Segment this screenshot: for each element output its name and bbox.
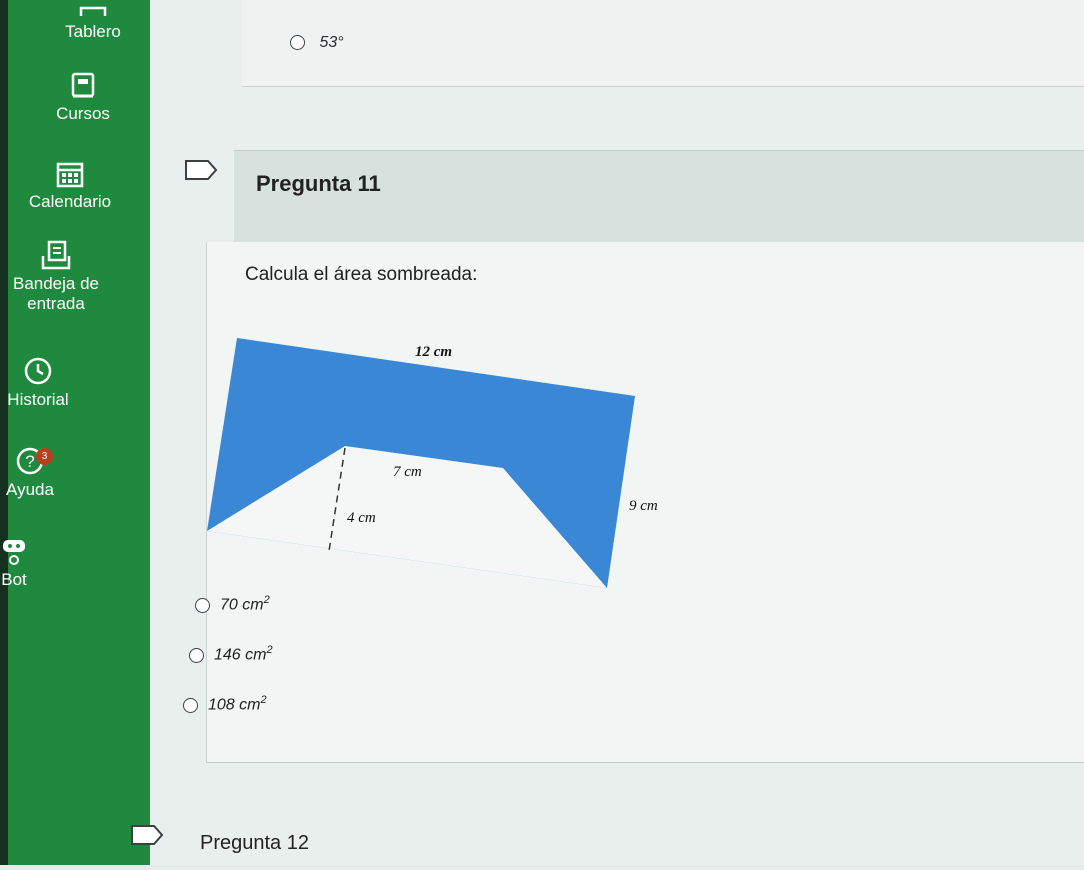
sidebar-item-label: Bot	[1, 570, 27, 589]
notification-badge: 3	[36, 448, 53, 465]
sidebar-item-label: Tablero	[65, 22, 121, 41]
flag-question-icon[interactable]	[184, 159, 218, 181]
global-navigation: Tablero Cursos Calendario Bandeja de ent…	[0, 0, 150, 865]
answer-radio[interactable]	[189, 647, 204, 663]
sidebar-item-label: Bandeja de	[12, 274, 100, 293]
label-7cm: 7 cm	[393, 464, 422, 480]
answer-radio[interactable]	[195, 597, 210, 613]
sidebar-item-tablero[interactable]: Tablero	[48, 4, 138, 42]
previous-question-answers: 53°	[242, 0, 1084, 87]
sidebar-item-bot[interactable]: Bot	[0, 536, 28, 590]
sidebar-edge	[0, 0, 8, 865]
calendar-icon	[56, 162, 84, 188]
question-body: Calcula el área sombreada: 12 cm 7 cm 4 …	[183, 242, 1084, 763]
label-12cm: 12 cm	[415, 344, 452, 360]
sidebar-item-label: Cursos	[56, 104, 110, 123]
answer-exponent: 2	[263, 594, 270, 606]
answer-options: 70 cm2 146 cm2 108 cm2	[183, 594, 273, 744]
answer-label: 146 cm	[214, 646, 267, 664]
question-title: Pregunta 11	[256, 171, 381, 196]
question-header: Pregunta 11	[185, 150, 1084, 243]
answer-label: 70 cm	[220, 596, 264, 614]
answer-option[interactable]: 146 cm2	[189, 644, 273, 694]
answer-label: 53°	[319, 34, 344, 51]
sidebar-item-cursos[interactable]: Cursos	[38, 72, 128, 124]
answer-option[interactable]: 70 cm2	[195, 594, 279, 644]
question-prompt: Calcula el área sombreada:	[245, 264, 478, 285]
main-content: 53° Pregunta 11 Calcula el área sombread…	[131, 0, 1084, 865]
answer-exponent: 2	[260, 694, 267, 706]
flag-question-icon[interactable]	[130, 824, 164, 846]
sidebar-item-calendario[interactable]: Calendario	[10, 160, 130, 212]
question-title: Pregunta 12	[200, 832, 309, 854]
answer-label: 108 cm	[208, 696, 261, 714]
answer-option[interactable]: 53°	[290, 34, 344, 52]
label-4cm: 4 cm	[347, 510, 376, 526]
book-icon	[71, 72, 95, 98]
answer-radio[interactable]	[183, 697, 198, 713]
bot-icon	[3, 540, 25, 565]
sidebar-item-label: Ayuda	[6, 480, 54, 499]
sidebar-item-label: entrada	[27, 294, 85, 313]
svg-text:?: ?	[25, 452, 34, 471]
answer-exponent: 2	[266, 644, 273, 656]
dashboard-icon	[79, 6, 107, 16]
sidebar-item-label: Calendario	[28, 192, 112, 211]
answer-option[interactable]: 108 cm2	[183, 694, 267, 744]
inbox-icon	[41, 240, 71, 270]
label-9cm: 9 cm	[629, 498, 658, 514]
next-question-header: Pregunta 12	[130, 810, 1084, 870]
answer-radio[interactable]	[290, 35, 305, 51]
sidebar-item-ayuda[interactable]: ? Ayuda 3	[0, 446, 60, 500]
sidebar-item-historial[interactable]: Historial	[0, 356, 76, 410]
sidebar-item-label: Historial	[7, 390, 69, 409]
shaded-area-figure: 12 cm 7 cm 4 cm 9 cm	[207, 338, 658, 588]
clock-icon	[24, 357, 52, 385]
sidebar-item-bandeja[interactable]: Bandeja de entrada	[0, 240, 112, 314]
